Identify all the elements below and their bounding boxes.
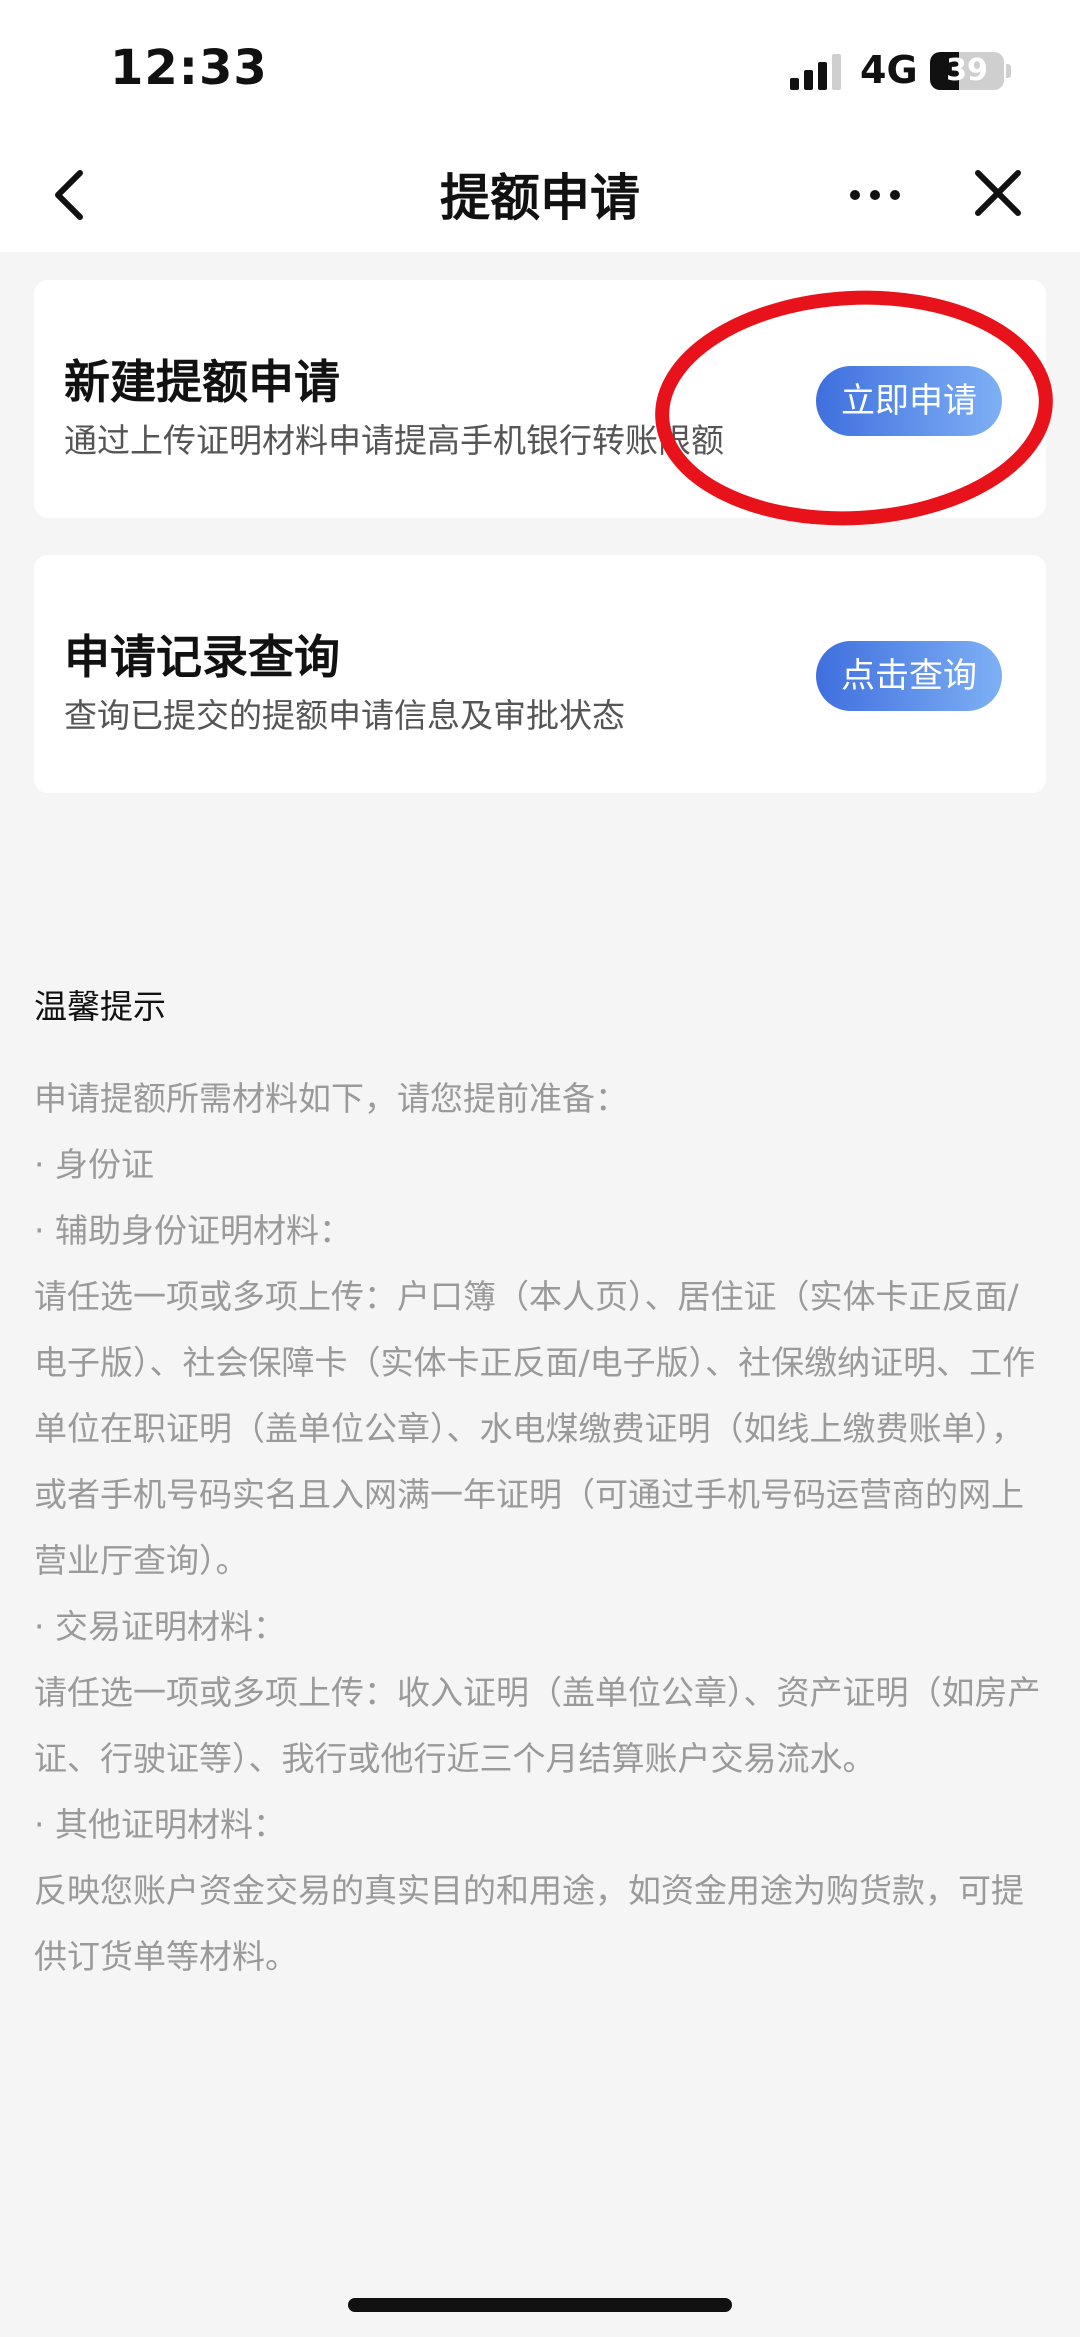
more-icon[interactable] — [845, 180, 905, 210]
apply-now-button[interactable]: 立即申请 — [816, 366, 1002, 436]
card-title: 新建提额申请 — [64, 355, 340, 409]
network-type: 4G — [860, 48, 918, 92]
battery-level: 39 — [946, 53, 988, 88]
nav-bar: 提额申请 — [0, 140, 1080, 252]
tips-line: · 交易证明材料： — [34, 1607, 286, 1646]
battery-icon: 39 — [930, 52, 1004, 90]
card-description: 查询已提交的提额申请信息及审批状态 — [64, 696, 625, 735]
page-title: 提额申请 — [440, 169, 640, 227]
tips-line: · 辅助身份证明材料： — [34, 1211, 352, 1250]
card-description: 通过上传证明材料申请提高手机银行转账限额 — [64, 421, 724, 460]
query-button[interactable]: 点击查询 — [816, 641, 1002, 711]
tips-title: 温馨提示 — [34, 987, 166, 1026]
close-icon[interactable] — [970, 165, 1026, 221]
card-title: 申请记录查询 — [64, 630, 340, 684]
home-indicator[interactable] — [348, 2298, 732, 2312]
tips-line: 申请提额所需材料如下，请您提前准备： — [34, 1079, 628, 1118]
battery-nub — [1006, 64, 1011, 78]
status-time: 12:33 — [110, 40, 268, 96]
tips-line: · 其他证明材料： — [34, 1805, 286, 1844]
records-query-card: 申请记录查询 查询已提交的提额申请信息及审批状态 点击查询 — [34, 555, 1046, 793]
signal-icon — [790, 54, 841, 90]
tips-body: 申请提额所需材料如下，请您提前准备： · 身份证 · 辅助身份证明材料： 请任选… — [34, 1066, 1046, 1990]
tips-line: 反映您账户资金交易的真实目的和用途，如资金用途为购货款，可提供订货单等材料。 — [34, 1871, 1024, 1976]
tips-line: 请任选一项或多项上传：收入证明（盖单位公章）、资产证明（如房产证、行驶证等）、我… — [34, 1673, 1041, 1778]
new-application-card: 新建提额申请 通过上传证明材料申请提高手机银行转账限额 立即申请 — [34, 280, 1046, 518]
tips-line: · 身份证 — [34, 1145, 154, 1184]
tips-line: 请任选一项或多项上传：户口簿（本人页）、居住证（实体卡正反面/电子版）、社会保障… — [34, 1277, 1036, 1580]
status-bar: 12:33 4G 39 — [0, 0, 1080, 140]
